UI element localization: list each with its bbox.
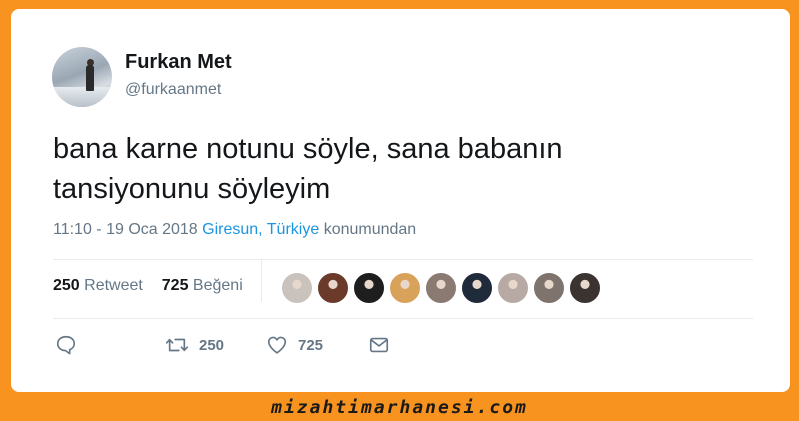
avatar[interactable]: [52, 47, 112, 107]
retweet-button[interactable]: 250: [165, 334, 224, 356]
liker-avatar[interactable]: [569, 272, 601, 304]
like-stat[interactable]: 725 Beğeni: [162, 277, 243, 294]
divider-top: [53, 259, 753, 260]
liker-avatar[interactable]: [425, 272, 457, 304]
avatar-figure: [86, 65, 94, 91]
tweet-location-suffix: konumundan: [323, 221, 417, 238]
tweet-text-line-2: tansiyonunu söyleyim: [53, 173, 331, 205]
liker-avatar[interactable]: [461, 272, 493, 304]
watermark: mizahtimarhanesi.com: [271, 397, 528, 418]
liker-avatar[interactable]: [389, 272, 421, 304]
liker-avatar[interactable]: [497, 272, 529, 304]
tweet-text: bana karne notunu söyle, sana babanın ta…: [53, 129, 733, 209]
heart-icon: [267, 336, 287, 354]
like-stat-count: 725: [161, 277, 189, 294]
tweet-location-link[interactable]: Giresun, Türkiye: [202, 221, 319, 238]
retweet-stat-label: Retweet: [84, 277, 143, 294]
reply-icon: [56, 335, 76, 355]
retweet-action-count: 250: [199, 336, 225, 354]
tweet-card: Furkan Met @furkaanmet bana karne notunu…: [11, 9, 790, 392]
avatar-ground: [52, 87, 112, 107]
reply-button[interactable]: [55, 334, 77, 356]
retweet-stat-count: 250: [53, 277, 80, 294]
stats-separator: [261, 260, 262, 302]
direct-message-button[interactable]: [368, 334, 390, 356]
like-stat-label: Beğeni: [192, 277, 243, 294]
user-handle[interactable]: @furkaanmet: [125, 81, 221, 99]
user-name[interactable]: Furkan Met: [125, 51, 232, 74]
tweet-text-line-1: bana karne notunu söyle, sana babanın: [53, 133, 563, 165]
liker-avatar[interactable]: [533, 272, 565, 304]
tweet-stats: 250 Retweet 725 Beğeni: [53, 277, 243, 295]
retweet-stat[interactable]: 250 Retweet: [53, 277, 143, 294]
liker-avatar[interactable]: [281, 272, 313, 304]
liker-avatar[interactable]: [353, 272, 385, 304]
like-button[interactable]: 725: [266, 334, 323, 356]
envelope-icon: [369, 337, 389, 353]
retweet-icon: [165, 338, 189, 352]
tweet-datetime[interactable]: 11:10 - 19 Oca 2018: [53, 221, 198, 238]
liker-avatar[interactable]: [317, 272, 349, 304]
like-action-count: 725: [298, 336, 324, 354]
tweet-meta: 11:10 - 19 Oca 2018 Giresun, Türkiye kon…: [53, 221, 416, 239]
divider-bottom: [53, 318, 753, 319]
